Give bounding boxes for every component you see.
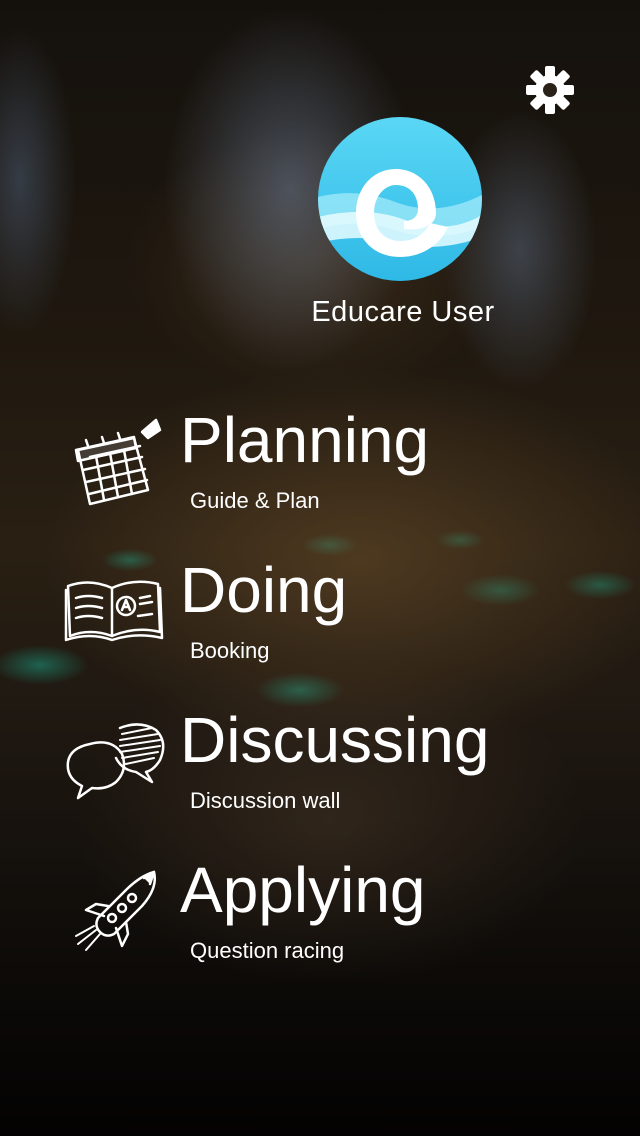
app-logo bbox=[318, 117, 482, 281]
menu-item-planning[interactable]: Planning Guide & Plan bbox=[60, 404, 580, 534]
planning-subtitle: Guide & Plan bbox=[190, 488, 320, 513]
doing-title: Doing bbox=[180, 554, 348, 626]
discussing-title: Discussing bbox=[180, 704, 490, 776]
open-book-icon bbox=[60, 570, 170, 670]
menu-item-doing[interactable]: Doing Booking bbox=[60, 554, 580, 684]
applying-title: Applying bbox=[180, 854, 426, 926]
speech-bubbles-icon bbox=[60, 714, 170, 814]
gear-icon bbox=[526, 66, 574, 114]
settings-button[interactable] bbox=[524, 64, 576, 116]
menu-item-discussing[interactable]: Discussing Discussion wall bbox=[60, 704, 580, 834]
doing-subtitle: Booking bbox=[190, 638, 270, 663]
discussing-subtitle: Discussion wall bbox=[190, 788, 341, 813]
calendar-icon bbox=[60, 410, 170, 510]
menu-item-applying[interactable]: Applying Question racing bbox=[60, 854, 580, 984]
rocket-icon bbox=[60, 864, 170, 964]
applying-subtitle: Question racing bbox=[190, 938, 345, 963]
planning-title: Planning bbox=[180, 404, 430, 476]
username-label: Educare User bbox=[311, 296, 495, 328]
